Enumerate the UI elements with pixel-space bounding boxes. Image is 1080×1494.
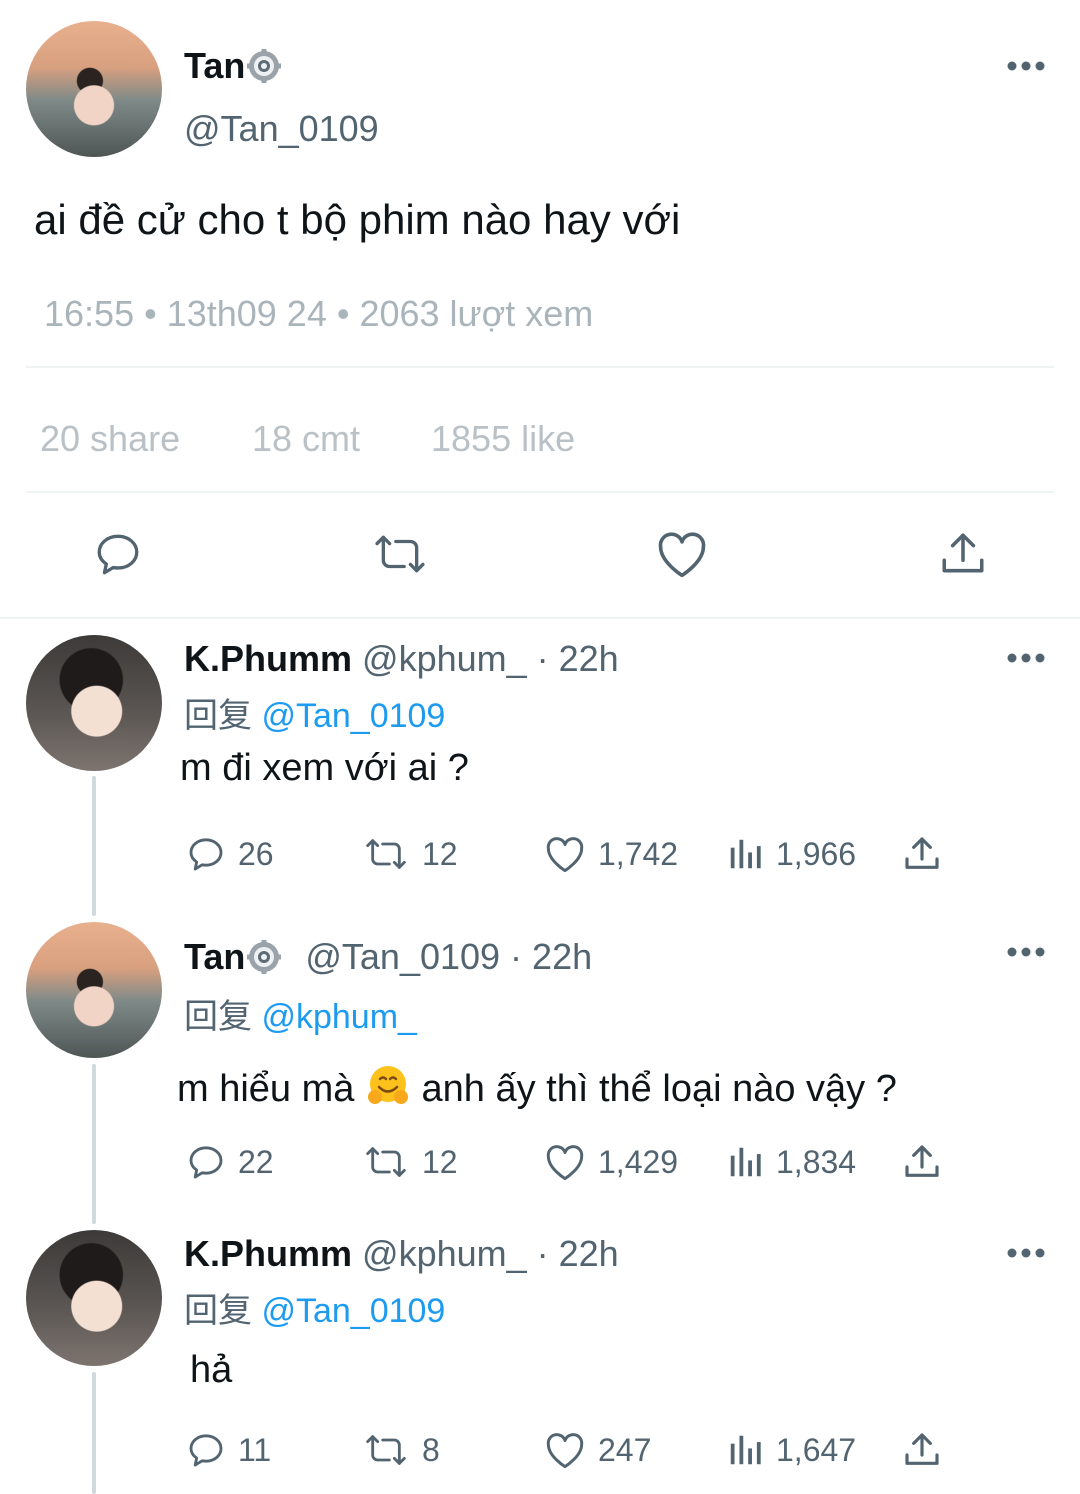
retweet-count: 8 [422, 1431, 440, 1468]
reply-to-line: 回复 @kphum_ [184, 989, 417, 1038]
reply-action[interactable]: 11 [186, 1430, 271, 1470]
reply-author-name[interactable]: Tan [184, 936, 245, 977]
author-name-row[interactable]: Tan [184, 45, 282, 87]
reply-to-link[interactable]: @Tan_0109 [261, 1292, 445, 1330]
retweet-action[interactable]: 8 [362, 1430, 440, 1470]
like-count: 1,742 [598, 835, 679, 872]
share-icon[interactable] [902, 1142, 942, 1182]
views-count: 1,834 [776, 1143, 857, 1180]
like-count: 247 [598, 1431, 652, 1468]
thread-line [92, 1372, 96, 1494]
retweet-count: 12 [422, 1143, 458, 1180]
tweet-text: ai đề cử cho t bộ phim nào hay với [34, 196, 681, 243]
reply-text: m hiểu mà anh ấy thì thể loại nào vậy ? [177, 1063, 897, 1111]
like-action[interactable]: 1,429 [544, 1142, 678, 1182]
reply-text: m đi xem với ai ? [180, 747, 469, 789]
share-icon[interactable] [938, 529, 988, 579]
like-count: 1,429 [598, 1143, 679, 1180]
retweet-action[interactable]: 12 [362, 834, 458, 874]
heart-icon[interactable] [655, 529, 709, 579]
thread-line [92, 1064, 96, 1224]
reply-count: 22 [238, 1143, 274, 1180]
like-action[interactable]: 247 [544, 1430, 651, 1470]
retweet-icon [366, 1435, 406, 1465]
divider [26, 491, 1054, 493]
reply-author-name[interactable]: K.Phumm [184, 638, 352, 679]
views-action[interactable]: 1,834 [726, 1142, 856, 1182]
reply-header: K.Phumm @kphum_ · 22h [184, 638, 619, 680]
gear-badge-icon [247, 49, 282, 83]
reply-count: 26 [238, 835, 274, 872]
retweet-icon [366, 839, 406, 869]
retweet-action[interactable]: 12 [362, 1142, 458, 1182]
reply-count: 11 [238, 1431, 272, 1468]
retweet-icon[interactable] [370, 529, 430, 579]
reply-text-before: m hiểu mà [177, 1068, 355, 1110]
thread-line [92, 776, 96, 916]
gear-badge-icon [247, 940, 282, 974]
heart-icon [546, 837, 584, 873]
reply-icon [189, 838, 223, 871]
reply-icon [189, 1434, 223, 1467]
views-icon [730, 1147, 761, 1177]
reply-text: hả [190, 1349, 233, 1391]
comment-count[interactable]: 18 cmt [252, 418, 360, 460]
more-icon[interactable] [1006, 1247, 1046, 1259]
reply-action[interactable]: 26 [186, 834, 274, 874]
reply-text-after: anh ấy thì thể loại nào vậy ? [421, 1068, 897, 1110]
reply-icon[interactable] [93, 529, 143, 579]
reply-avatar[interactable] [26, 1230, 162, 1366]
like-count[interactable]: 1855 like [431, 418, 575, 460]
tweet-meta: 16:55 • 13th09 24 • 2063 lượt xem [44, 293, 594, 334]
share-icon[interactable] [902, 834, 942, 874]
like-action[interactable]: 1,742 [544, 834, 678, 874]
reply-handle-time[interactable]: @Tan_0109 · 22h [305, 936, 592, 977]
reply-handle-time[interactable]: @kphum_ · 22h [362, 1233, 619, 1274]
share-icon[interactable] [902, 1430, 942, 1470]
more-icon[interactable] [1006, 60, 1046, 72]
views-icon [730, 1435, 761, 1465]
views-count: 1,966 [776, 835, 857, 872]
divider [26, 366, 1054, 368]
heart-icon [546, 1145, 584, 1181]
reply-avatar[interactable] [26, 635, 162, 771]
reply-to-line: 回复 @Tan_0109 [184, 688, 445, 737]
author-name[interactable]: Tan [184, 45, 245, 86]
reply-action[interactable]: 22 [186, 1142, 274, 1182]
reply-to-link[interactable]: @kphum_ [261, 998, 416, 1036]
author-avatar[interactable] [26, 21, 162, 157]
views-action[interactable]: 1,966 [726, 834, 856, 874]
reply-to-line: 回复 @Tan_0109 [184, 1283, 445, 1332]
author-handle[interactable]: @Tan_0109 [184, 108, 379, 150]
hugging-face-emoji [365, 1063, 411, 1109]
retweet-count: 12 [422, 835, 458, 872]
views-icon [730, 839, 761, 869]
views-count: 1,647 [776, 1431, 857, 1468]
more-icon[interactable] [1006, 946, 1046, 958]
reply-prefix: 回复 [184, 697, 252, 735]
retweet-icon [366, 1147, 406, 1177]
reply-icon [189, 1146, 223, 1179]
reply-avatar[interactable] [26, 922, 162, 1058]
reply-prefix: 回复 [184, 1292, 252, 1330]
views-action[interactable]: 1,647 [726, 1430, 856, 1470]
reply-author-name[interactable]: K.Phumm [184, 1233, 352, 1274]
heart-icon [546, 1433, 584, 1469]
share-count[interactable]: 20 share [40, 418, 180, 460]
reply-handle-time[interactable]: @kphum_ · 22h [362, 638, 619, 679]
reply-prefix: 回复 [184, 998, 252, 1036]
more-icon[interactable] [1006, 652, 1046, 664]
reply-to-link[interactable]: @Tan_0109 [261, 697, 445, 735]
divider [0, 617, 1080, 619]
reply-header: Tan @Tan_0109 · 22h [184, 936, 592, 978]
reply-header: K.Phumm @kphum_ · 22h [184, 1233, 619, 1275]
